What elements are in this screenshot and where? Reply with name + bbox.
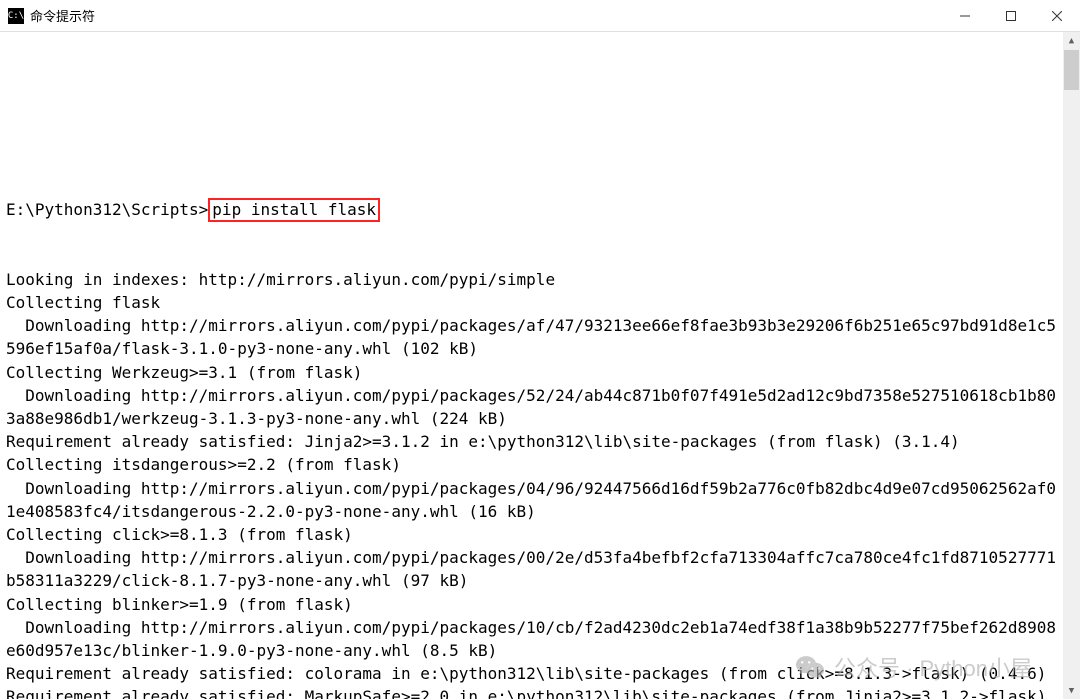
terminal-line: Collecting flask [6,291,1056,314]
scroll-up-arrow[interactable]: ▲ [1063,32,1080,49]
window-title: 命令提示符 [30,6,942,25]
terminal[interactable]: E:\Python312\Scripts>pip install flask L… [0,32,1080,699]
prompt-line: E:\Python312\Scripts>pip install flask [6,198,1056,221]
maximize-button[interactable] [988,0,1034,32]
highlighted-command: pip install flask [208,198,380,221]
terminal-line: Downloading http://mirrors.aliyun.com/py… [6,477,1056,523]
terminal-line: Collecting itsdangerous>=2.2 (from flask… [6,453,1056,476]
terminal-blank-line [6,129,1056,152]
terminal-line: Collecting click>=8.1.3 (from flask) [6,523,1056,546]
minimize-button[interactable] [942,0,988,32]
terminal-line: Collecting Werkzeug>=3.1 (from flask) [6,361,1056,384]
watermark-text: 公众号 · Python小屋 [834,651,1032,683]
scroll-down-arrow[interactable]: ▼ [1063,682,1080,699]
scrollbar-thumb[interactable] [1064,50,1079,90]
terminal-line: Requirement already satisfied: Jinja2>=3… [6,430,1056,453]
watermark: 公众号 · Python小屋 [796,651,1032,683]
wechat-icon [796,654,824,680]
vertical-scrollbar[interactable]: ▲ ▼ [1063,32,1080,699]
terminal-line: Requirement already satisfied: MarkupSaf… [6,685,1056,699]
cmd-icon: C:\ [8,8,24,24]
terminal-line: Downloading http://mirrors.aliyun.com/py… [6,546,1056,592]
prompt-path: E:\Python312\Scripts> [6,200,208,219]
window-controls [942,0,1080,31]
terminal-line: Downloading http://mirrors.aliyun.com/py… [6,314,1056,360]
terminal-line: Downloading http://mirrors.aliyun.com/py… [6,384,1056,430]
close-button[interactable] [1034,0,1080,32]
terminal-line: Looking in indexes: http://mirrors.aliyu… [6,268,1056,291]
titlebar: C:\ 命令提示符 [0,0,1080,32]
terminal-line: Collecting blinker>=1.9 (from flask) [6,593,1056,616]
terminal-output: Looking in indexes: http://mirrors.aliyu… [6,268,1056,699]
terminal-content: E:\Python312\Scripts>pip install flask L… [6,82,1074,699]
